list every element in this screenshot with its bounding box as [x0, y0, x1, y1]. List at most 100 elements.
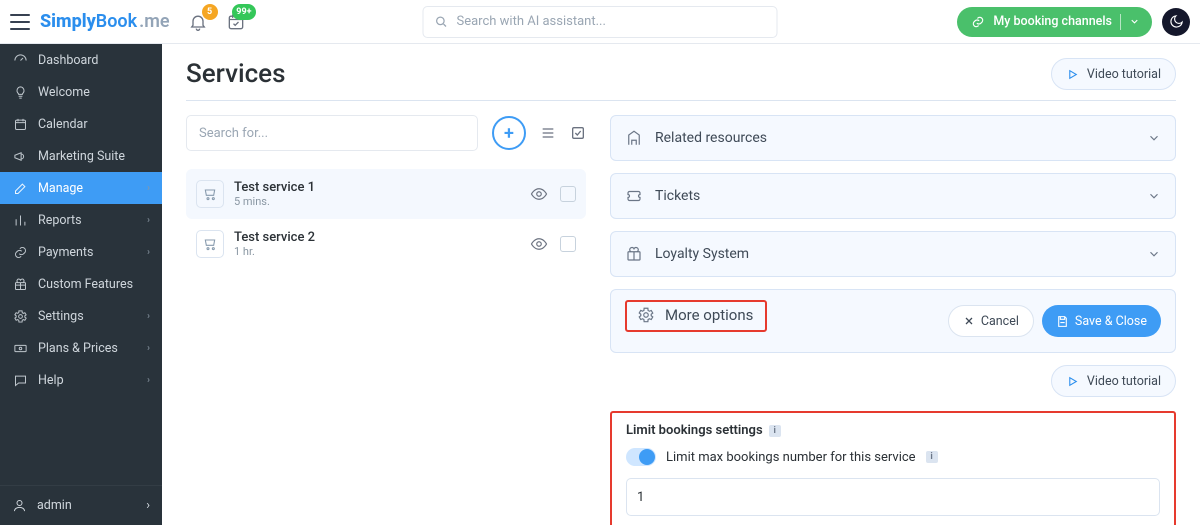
notifications-bell[interactable]: 5 [188, 12, 208, 32]
sidebar-item-label: Help [38, 373, 64, 388]
link-icon [971, 15, 985, 29]
services-search-input[interactable]: Search for... [186, 115, 478, 151]
limit-toggle-label: Limit max bookings number for this servi… [666, 450, 916, 465]
bars-icon [12, 212, 28, 228]
play-icon [1066, 375, 1079, 388]
sidebar-item-dashboard[interactable]: Dashboard [0, 44, 162, 76]
video-tutorial-button-2[interactable]: Video tutorial [1051, 365, 1176, 397]
admin-label: admin [37, 498, 72, 513]
accordion-label: Related resources [655, 130, 1147, 146]
user-icon [12, 498, 27, 513]
gauge-icon [12, 52, 28, 68]
bookings-badge: 99+ [232, 4, 255, 20]
limit-title: Limit bookings settings [626, 423, 763, 438]
visibility-icon[interactable] [530, 185, 548, 203]
chevron-right-icon: › [147, 311, 150, 322]
chevron-right-icon: › [147, 215, 150, 226]
sidebar-item-marketing-suite[interactable]: Marketing Suite [0, 140, 162, 172]
info-icon[interactable]: i [926, 451, 938, 463]
info-icon[interactable]: i [769, 425, 781, 437]
more-options-label: More options [665, 306, 753, 324]
sidebar-admin[interactable]: admin › [0, 485, 162, 525]
gear-icon [637, 306, 657, 324]
sidebar: Dashboard Welcome Calendar Marketing Suite M… [0, 44, 162, 525]
sidebar-item-payments[interactable]: Payments › [0, 236, 162, 268]
sidebar-item-label: Payments [38, 245, 93, 260]
gear-icon [12, 308, 28, 324]
cancel-label: Cancel [981, 314, 1019, 329]
service-name: Test service 2 [234, 230, 520, 246]
sidebar-item-help[interactable]: Help › [0, 364, 162, 396]
close-icon [963, 315, 975, 327]
chevron-down-icon [1147, 131, 1161, 145]
menu-toggle[interactable] [10, 14, 30, 30]
sidebar-item-calendar[interactable]: Calendar [0, 108, 162, 140]
sidebar-item-label: Settings [38, 309, 84, 324]
sidebar-item-settings[interactable]: Settings › [0, 300, 162, 332]
tutorial-label: Video tutorial [1087, 67, 1161, 82]
brand-part-3: .me [139, 11, 169, 32]
accordion-label: Loyalty System [655, 246, 1147, 262]
accordion-loyalty-system[interactable]: Loyalty System [610, 231, 1176, 277]
cancel-button[interactable]: Cancel [948, 305, 1034, 337]
save-label: Save & Close [1075, 314, 1147, 329]
ticket-icon [625, 187, 645, 205]
sidebar-item-reports[interactable]: Reports › [0, 204, 162, 236]
sidebar-item-label: Plans & Prices [38, 341, 118, 356]
sidebar-item-label: Manage [38, 181, 83, 196]
more-options-section: More options Cancel Save & Close [610, 289, 1176, 353]
brand-logo[interactable]: SimplyBook.me [40, 11, 170, 32]
service-list: Test service 15 mins.Test service 21 hr. [186, 169, 586, 269]
more-options-highlight: More options [625, 300, 767, 332]
sidebar-item-label: Reports [38, 213, 82, 228]
check-square-icon[interactable] [570, 125, 586, 141]
megaphone-icon [12, 148, 28, 164]
chevron-right-icon: › [147, 247, 150, 258]
sidebar-item-custom-features[interactable]: Custom Features [0, 268, 162, 300]
sidebar-item-manage[interactable]: Manage› [0, 172, 162, 204]
notifications-badge: 5 [202, 4, 218, 20]
list-icon[interactable] [540, 125, 556, 141]
service-duration: 5 mins. [234, 195, 520, 208]
service-row[interactable]: Test service 21 hr. [186, 219, 586, 269]
cart-icon [196, 180, 224, 208]
service-duration: 1 hr. [234, 245, 520, 258]
sidebar-item-welcome[interactable]: Welcome [0, 76, 162, 108]
chevron-right-icon: › [147, 375, 150, 386]
resources-icon [625, 129, 645, 147]
more-options-toggle[interactable]: More options [627, 306, 753, 324]
page-title: Services [186, 59, 286, 89]
service-row[interactable]: Test service 15 mins. [186, 169, 586, 219]
tutorial-label-2: Video tutorial [1087, 374, 1161, 389]
ai-search-input[interactable]: Search with AI assistant... [423, 6, 778, 38]
chevron-right-icon: › [147, 343, 150, 354]
service-checkbox[interactable] [560, 236, 576, 252]
chat-icon [12, 372, 28, 388]
gift-icon [12, 276, 28, 292]
sidebar-item-plans-prices[interactable]: Plans & Prices › [0, 332, 162, 364]
booking-channels-button[interactable]: My booking channels [957, 7, 1152, 37]
limit-toggle[interactable] [626, 448, 656, 466]
sidebar-item-label: Welcome [38, 85, 90, 100]
sidebar-item-label: Marketing Suite [38, 149, 125, 164]
bookings-calendar[interactable]: 99+ [226, 12, 246, 32]
limit-value-input[interactable]: 1 [626, 478, 1160, 516]
cart-icon [196, 230, 224, 258]
video-tutorial-button[interactable]: Video tutorial [1051, 58, 1176, 90]
search-placeholder: Search with AI assistant... [457, 14, 606, 29]
accordion-label: Tickets [655, 188, 1147, 204]
chevron-right-icon: › [146, 498, 150, 513]
accordion-tickets[interactable]: Tickets [610, 173, 1176, 219]
service-checkbox[interactable] [560, 186, 576, 202]
theme-toggle[interactable] [1162, 8, 1190, 36]
search-icon [434, 14, 449, 29]
save-button[interactable]: Save & Close [1042, 305, 1161, 337]
save-icon [1056, 315, 1069, 328]
link-icon [12, 244, 28, 260]
main-content: Services Video tutorial Search for... + … [162, 44, 1200, 525]
accordion-related-resources[interactable]: Related resources [610, 115, 1176, 161]
pencil-icon [12, 180, 28, 196]
add-service-button[interactable]: + [492, 116, 526, 150]
moon-icon [1169, 14, 1184, 29]
visibility-icon[interactable] [530, 235, 548, 253]
